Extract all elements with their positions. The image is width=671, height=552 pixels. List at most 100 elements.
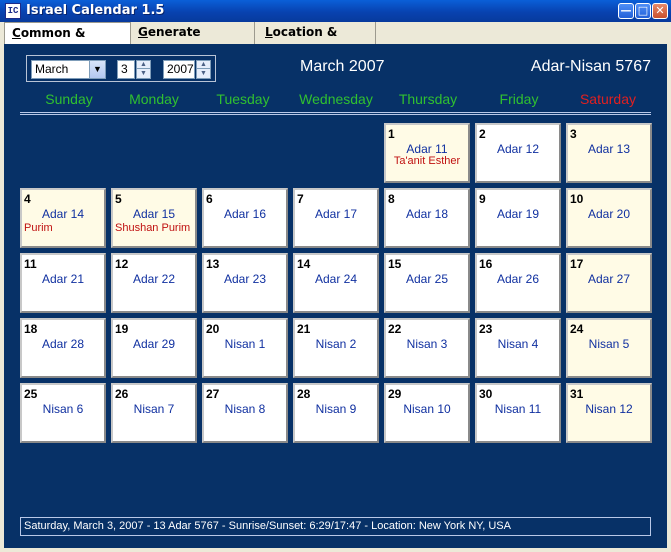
calendar-day-cell[interactable]: 9 Adar 19 [475, 188, 561, 248]
calendar-day-cell[interactable]: 30 Nisan 11 [475, 383, 561, 443]
hebrew-date: Adar 21 [41, 272, 85, 286]
day-number: 31 [570, 387, 584, 401]
calendar-day-cell[interactable]: 26 Nisan 7 [111, 383, 197, 443]
maximize-button[interactable]: □ [635, 3, 651, 19]
day-number: 27 [206, 387, 220, 401]
day-spinner[interactable]: ▲ ▼ [136, 60, 151, 79]
calendar-day-cell[interactable]: 18 Adar 28 [20, 318, 106, 378]
spin-up-icon[interactable]: ▲ [137, 61, 150, 69]
calendar-day-cell[interactable]: 5 Adar 15 Shushan Purim [111, 188, 197, 248]
day-number: 2 [479, 127, 486, 141]
hebrew-date: Adar 28 [41, 337, 85, 351]
hebrew-date: Adar 27 [587, 272, 631, 286]
hebrew-date: Nisan 9 [315, 402, 357, 416]
calendar-day-cell[interactable]: 19 Adar 29 [111, 318, 197, 378]
month-select[interactable]: March ▼ [31, 60, 106, 79]
hebrew-date: Nisan 12 [585, 402, 633, 416]
hebrew-date: Adar 17 [314, 207, 358, 221]
holiday-label: Purim [24, 222, 53, 234]
header-divider [20, 112, 651, 115]
calendar-day-cell[interactable]: 2 Adar 12 [475, 123, 561, 183]
day-number: 8 [388, 192, 395, 206]
hebrew-month-title: Adar-Nisan 5767 [530, 58, 651, 75]
calendar-day-cell[interactable]: 14 Adar 24 [293, 253, 379, 313]
calendar-day-cell[interactable]: 1 Adar 11 Ta'anit Esther [384, 123, 470, 183]
tab-generate-calendar[interactable]: Generate calendar [131, 22, 255, 60]
hebrew-date: Nisan 11 [494, 402, 542, 416]
holiday-label: Ta'anit Esther [393, 155, 461, 167]
calendar-day-cell[interactable]: 10 Adar 20 [566, 188, 652, 248]
calendar-day-cell[interactable]: 20 Nisan 1 [202, 318, 288, 378]
calendar-day-cell[interactable]: 27 Nisan 8 [202, 383, 288, 443]
calendar-day-cell[interactable]: 7 Adar 17 [293, 188, 379, 248]
day-number: 4 [24, 192, 31, 206]
title-bar[interactable]: IC Israel Calendar 1.5 — □ ✕ [0, 0, 671, 22]
calendar-day-cell[interactable]: 23 Nisan 4 [475, 318, 561, 378]
day-input[interactable]: 3 [117, 60, 135, 79]
day-number: 10 [570, 192, 584, 206]
calendar-day-cell[interactable]: 31 Nisan 12 [566, 383, 652, 443]
calendar-day-cell[interactable]: 22 Nisan 3 [384, 318, 470, 378]
day-number: 6 [206, 192, 213, 206]
day-number: 7 [297, 192, 304, 206]
day-number: 3 [570, 127, 577, 141]
year-spinner[interactable]: ▲ ▼ [196, 60, 211, 79]
calendar-day-cell[interactable]: 15 Adar 25 [384, 253, 470, 313]
hebrew-date: Nisan 7 [133, 402, 175, 416]
calendar-day-cell[interactable]: 24 Nisan 5 [566, 318, 652, 378]
day-number: 15 [388, 257, 402, 271]
tab-common-hebrew[interactable]: Common & Hebrew [4, 22, 131, 61]
hebrew-date: Nisan 3 [406, 337, 448, 351]
hebrew-date: Adar 22 [132, 272, 176, 286]
spin-down-icon[interactable]: ▼ [137, 70, 150, 78]
day-number: 30 [479, 387, 493, 401]
day-number: 24 [570, 322, 584, 336]
day-number: 19 [115, 322, 129, 336]
calendar-day-cell[interactable]: 4 Adar 14 Purim [20, 188, 106, 248]
day-number: 17 [570, 257, 584, 271]
weekday-thursday: Thursday [398, 91, 458, 107]
calendar-day-cell[interactable]: 21 Nisan 2 [293, 318, 379, 378]
day-number: 20 [206, 322, 220, 336]
app-window: IC Israel Calendar 1.5 — □ ✕ Common & He… [0, 0, 671, 552]
tab-label-mnemonic: G [138, 25, 148, 39]
day-number: 22 [388, 322, 402, 336]
calendar-day-cell[interactable]: 28 Nisan 9 [293, 383, 379, 443]
calendar-day-cell[interactable]: 12 Adar 22 [111, 253, 197, 313]
day-number: 12 [115, 257, 129, 271]
calendar-day-cell[interactable]: 6 Adar 16 [202, 188, 288, 248]
weekday-tuesday: Tuesday [216, 91, 270, 107]
hebrew-date: Adar 18 [405, 207, 449, 221]
close-button[interactable]: ✕ [652, 3, 668, 19]
chevron-down-icon[interactable]: ▼ [89, 61, 105, 78]
calendar-day-cell[interactable]: 25 Nisan 6 [20, 383, 106, 443]
spin-down-icon[interactable]: ▼ [197, 70, 210, 78]
calendar-day-cell[interactable]: 13 Adar 23 [202, 253, 288, 313]
hebrew-date: Nisan 6 [42, 402, 84, 416]
spin-up-icon[interactable]: ▲ [197, 61, 210, 69]
minimize-button[interactable]: — [618, 3, 634, 19]
calendar-day-cell[interactable]: 11 Adar 21 [20, 253, 106, 313]
maximize-icon: □ [637, 4, 649, 17]
calendar-day-cell[interactable]: 3 Adar 13 [566, 123, 652, 183]
day-number: 1 [388, 127, 395, 141]
hebrew-date: Nisan 8 [224, 402, 266, 416]
tab-label-mnemonic: L [265, 25, 273, 39]
hebrew-date: Adar 12 [496, 142, 540, 156]
calendar-day-cell[interactable]: 16 Adar 26 [475, 253, 561, 313]
calendar-day-cell[interactable]: 29 Nisan 10 [384, 383, 470, 443]
weekday-saturday: Saturday [579, 91, 637, 107]
calendar-day-cell[interactable]: 17 Adar 27 [566, 253, 652, 313]
day-number: 18 [24, 322, 38, 336]
tab-location-about[interactable]: Location & About [258, 22, 376, 60]
hebrew-date: Adar 20 [587, 207, 631, 221]
date-selector: March ▼ 3 ▲ ▼ 2007 ▲ ▼ [26, 55, 216, 82]
day-number: 14 [297, 257, 311, 271]
hebrew-date: Adar 13 [587, 142, 631, 156]
calendar-day-cell[interactable]: 8 Adar 18 [384, 188, 470, 248]
hebrew-date: Adar 15 [132, 207, 176, 221]
year-input[interactable]: 2007 [163, 60, 195, 79]
weekday-wednesday: Wednesday [299, 91, 373, 107]
status-bar: Saturday, March 3, 2007 - 13 Adar 5767 -… [20, 517, 651, 536]
day-number: 28 [297, 387, 311, 401]
